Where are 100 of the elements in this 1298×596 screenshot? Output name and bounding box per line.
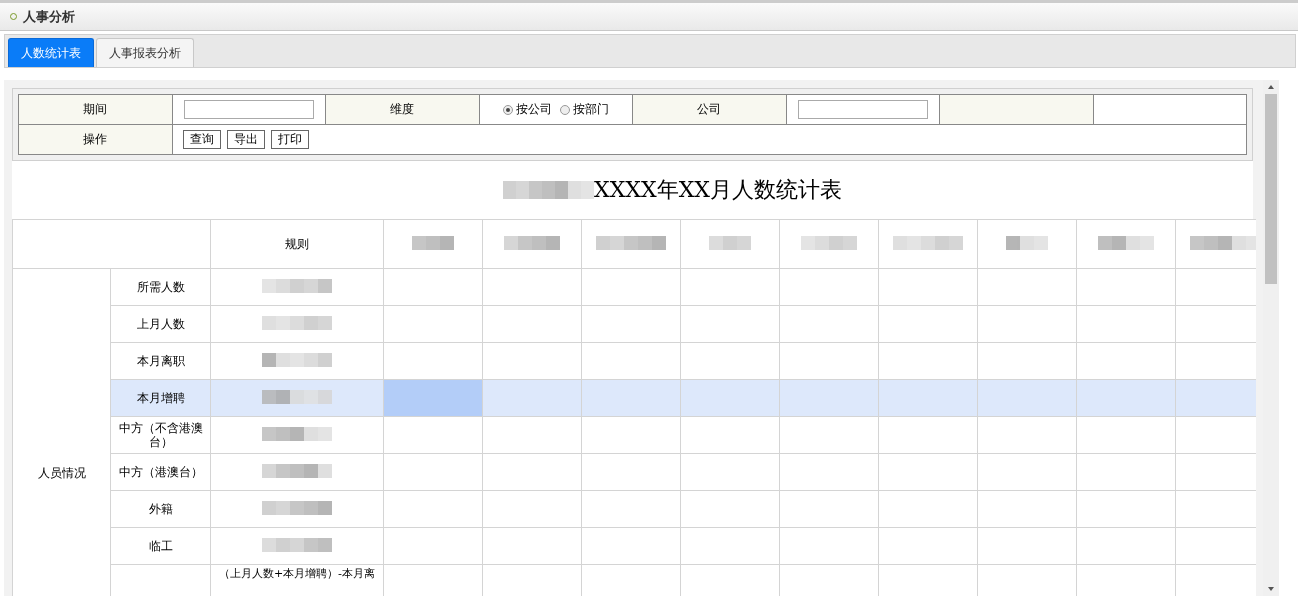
table-cell[interactable] [581,305,681,343]
table-cell[interactable] [1076,342,1176,380]
table-cell[interactable] [581,490,681,528]
rule-text: （上月人数+本月增聘）-本月离 [217,566,377,581]
action-button[interactable]: 查询 [182,130,221,149]
table-cell[interactable] [383,416,483,454]
redaction-mosaic [262,352,332,367]
table-cell[interactable] [977,268,1077,306]
action-button[interactable]: 打印 [270,130,309,149]
table-cell[interactable] [1076,490,1176,528]
table-cell[interactable] [878,453,978,491]
table-cell[interactable] [680,453,780,491]
table-cell[interactable] [779,305,879,343]
row-label: 所需人数 [136,280,185,294]
table-cell[interactable] [581,453,681,491]
redaction-mosaic [262,315,332,330]
table-cell[interactable] [482,268,582,306]
table-cell[interactable] [779,342,879,380]
company-input[interactable] [797,100,928,119]
table-cell[interactable] [779,379,879,417]
table-cell[interactable] [581,268,681,306]
table-cell[interactable] [1076,305,1176,343]
field-label: 维度 [325,94,479,125]
table-cell[interactable] [383,527,483,565]
row-label: 临工 [148,539,173,553]
redaction-mosaic [893,235,963,250]
table-cell[interactable] [581,342,681,380]
table-cell[interactable] [878,342,978,380]
table-cell[interactable] [779,268,879,306]
table-cell[interactable] [878,527,978,565]
period-input[interactable] [183,100,314,119]
table-cell[interactable] [779,490,879,528]
page-title: 人事分析 [23,7,75,26]
table-cell[interactable] [581,527,681,565]
table-cell[interactable] [1076,453,1176,491]
tab[interactable]: 人数统计表 [8,38,94,67]
redaction-mosaic [1190,235,1256,250]
row-label: 本月离职 [136,354,185,368]
table-cell[interactable] [878,490,978,528]
table-cell[interactable] [977,490,1077,528]
redaction-mosaic [262,463,332,478]
table-cell[interactable] [482,305,582,343]
scrollbar[interactable] [1263,80,1279,596]
table-cell[interactable] [581,379,681,417]
redaction-mosaic [709,235,751,250]
table-cell[interactable] [779,416,879,454]
table-cell[interactable] [383,490,483,528]
table-cell[interactable] [1076,527,1176,565]
table-cell[interactable] [482,416,582,454]
table-cell[interactable] [878,305,978,343]
table-cell[interactable] [878,379,978,417]
table-cell[interactable] [1076,268,1176,306]
scroll-down-icon[interactable] [1267,586,1275,592]
table-cell[interactable] [482,453,582,491]
action-button[interactable]: 导出 [226,130,265,149]
table-cell[interactable] [680,305,780,343]
table-cell[interactable] [680,342,780,380]
tab[interactable]: 人事报表分析 [96,38,194,67]
table-cell[interactable] [878,416,978,454]
scroll-thumb[interactable] [1265,94,1277,284]
table-cell[interactable] [680,416,780,454]
table-cell[interactable] [878,268,978,306]
table-cell[interactable] [779,453,879,491]
row-label: 上月人数 [136,317,185,331]
table-cell[interactable] [581,416,681,454]
group-label: 人员情况 [37,466,86,480]
radio-option[interactable]: 按公司 [502,101,552,118]
redaction-mosaic [1098,235,1154,250]
column-header: 规则 [210,219,384,269]
table-cell[interactable] [977,416,1077,454]
redaction-mosaic [262,426,332,441]
redaction-mosaic [262,537,332,552]
scroll-up-icon[interactable] [1267,84,1275,90]
table-cell[interactable] [977,379,1077,417]
table-cell[interactable] [680,379,780,417]
table-cell[interactable] [1076,416,1176,454]
field-label: 公司 [632,94,786,125]
table-cell[interactable] [977,305,1077,343]
table-cell[interactable] [680,490,780,528]
table-cell[interactable] [482,342,582,380]
table-cell[interactable] [779,527,879,565]
table-cell[interactable] [383,342,483,380]
table-cell[interactable] [977,527,1077,565]
radio-option[interactable]: 按部门 [559,101,609,118]
field-label: 期间 [18,94,172,125]
table-cell[interactable] [383,379,483,417]
table-cell[interactable] [680,527,780,565]
table-cell[interactable] [977,453,1077,491]
table-cell[interactable] [482,379,582,417]
table-cell[interactable] [977,342,1077,380]
table-cell[interactable] [383,453,483,491]
report-title: XXXX年XX月人数统计表 [594,176,842,204]
table-cell[interactable] [383,305,483,343]
table-cell[interactable] [482,490,582,528]
table-cell[interactable] [1076,379,1176,417]
table-cell[interactable] [383,268,483,306]
table-cell[interactable] [1175,379,1256,417]
redaction-mosaic [801,235,857,250]
table-cell[interactable] [680,268,780,306]
table-cell[interactable] [482,527,582,565]
